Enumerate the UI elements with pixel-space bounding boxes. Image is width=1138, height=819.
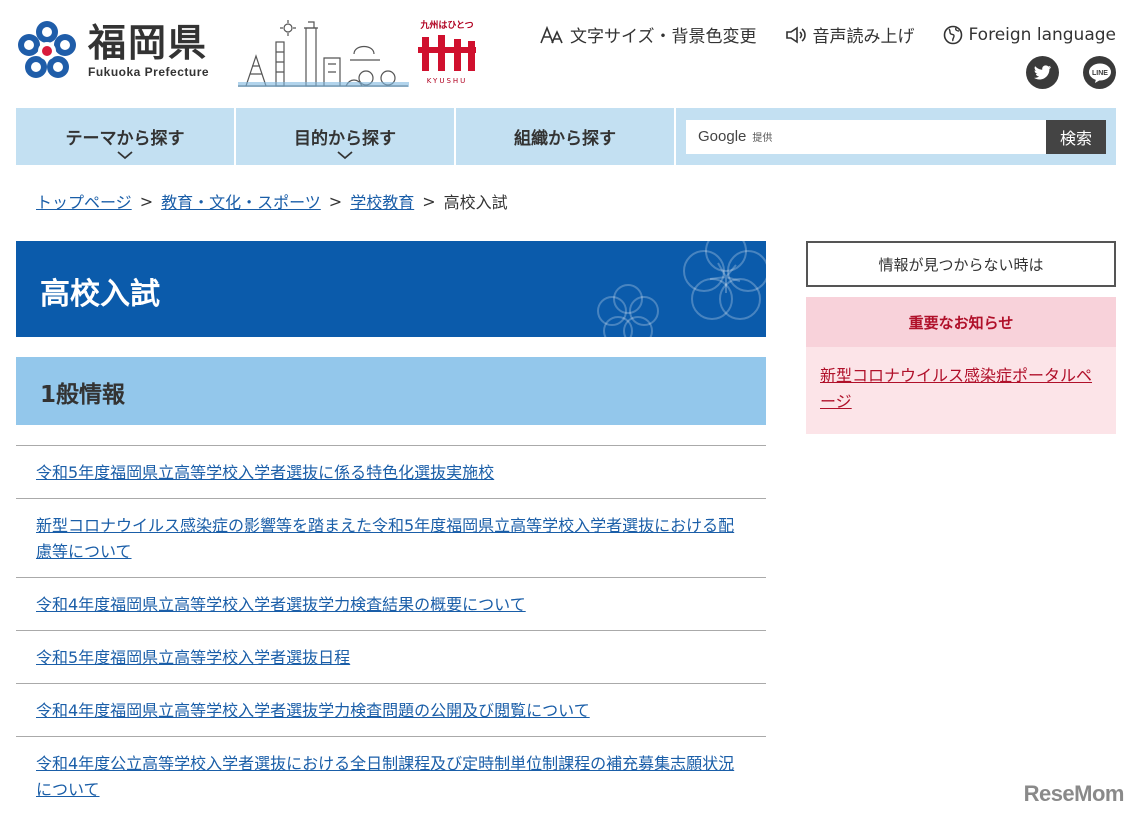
utility-links: 文字サイズ・背景色変更 音声読み上げ Foreign language (540, 22, 1116, 47)
plum-blossom-logo-icon (18, 21, 76, 78)
breadcrumb-education[interactable]: 教育・文化・スポーツ (161, 189, 321, 213)
kyushu-top-text: 九州はひとつ (420, 21, 474, 31)
chevron-down-icon (117, 151, 133, 160)
nav-purpose[interactable]: 目的から探す (236, 108, 456, 165)
logo-english-text: Fukuoka Prefecture (88, 65, 210, 79)
info-link[interactable]: 令和4年度福岡県立高等学校入学者選抜学力検査結果の概要について (36, 595, 526, 614)
twitter-bird-icon (1033, 65, 1051, 80)
social-links: LINE (1026, 56, 1116, 89)
logo-japanese-text: 福岡県 (88, 20, 209, 65)
not-found-button[interactable]: 情報が見つからない時は (806, 241, 1116, 287)
list-item: 令和4年度福岡県立高等学校入学者選抜学力検査結果の概要について (16, 577, 766, 630)
city-illustration-icon (238, 20, 409, 87)
read-aloud-label: 音声読み上げ (812, 27, 915, 47)
line-chat-icon: LINE (1088, 63, 1111, 83)
info-link[interactable]: 新型コロナウイルス感染症の影響等を踏まえた令和5年度福岡県立高等学校入学者選抜に… (36, 516, 734, 561)
breadcrumb-school-education[interactable]: 学校教育 (350, 189, 414, 213)
kyushu-bottom-text: KYUSHU (426, 77, 468, 85)
important-notice: 重要なお知らせ 新型コロナウイルス感染症ポータルページ (806, 297, 1116, 434)
chevron-down-icon (337, 151, 353, 160)
breadcrumb-top[interactable]: トップページ (36, 189, 132, 213)
info-link[interactable]: 令和4年度公立高等学校入学者選抜における全日制課程及び定時制単位制課程の補充募集… (36, 754, 734, 799)
site-search: Google 提供 検索 (676, 108, 1116, 165)
search-input[interactable]: Google 提供 (686, 119, 1046, 154)
kyushu-mark-icon (418, 35, 476, 71)
kyushu-logo[interactable]: 九州はひとつ KYUSHU (416, 18, 478, 88)
twitter-button[interactable] (1026, 56, 1059, 89)
plum-decoration-icon (597, 241, 766, 337)
nav-theme[interactable]: テーマから探す (16, 108, 236, 165)
page-title: 高校入試 (40, 277, 160, 312)
notice-title: 重要なお知らせ (806, 297, 1116, 347)
line-button[interactable]: LINE (1083, 56, 1116, 89)
text-size-label: 文字サイズ・背景色変更 (570, 27, 757, 47)
read-aloud-link[interactable]: 音声読み上げ (785, 22, 915, 47)
site-logo[interactable]: 福岡県 Fukuoka Prefecture (16, 20, 209, 82)
section-heading: 1般情報 (40, 382, 126, 408)
search-button[interactable]: 検索 (1046, 119, 1106, 154)
foreign-language-label: Foreign language (968, 24, 1117, 45)
breadcrumb-separator: > (328, 191, 343, 211)
speaker-icon (785, 26, 806, 43)
foreign-language-link[interactable]: Foreign language (943, 24, 1117, 45)
provided-label: 提供 (752, 133, 773, 144)
globe-icon (943, 25, 962, 44)
breadcrumb: トップページ > 教育・文化・スポーツ > 学校教育 > 高校入試 (36, 189, 508, 213)
list-item: 令和5年度福岡県立高等学校入学者選抜に係る特色化選抜実施校 (16, 445, 766, 498)
page-title-banner: 高校入試 (16, 241, 766, 337)
nav-theme-label: テーマから探す (65, 129, 185, 149)
global-nav: テーマから探す 目的から探す 組織から探す Google 提供 検索 (16, 108, 1116, 165)
nav-purpose-label: 目的から探す (294, 129, 396, 149)
section-heading-box: 1般情報 (16, 357, 766, 425)
list-item: 令和5年度福岡県立高等学校入学者選抜日程 (16, 630, 766, 683)
site-header: 福岡県 Fukuoka Prefecture 九州はひとつ KYUSHU 文字サ… (0, 0, 1138, 108)
breadcrumb-separator: > (139, 191, 154, 211)
breadcrumb-current: 高校入試 (443, 193, 508, 212)
text-size-link[interactable]: 文字サイズ・背景色変更 (540, 22, 757, 47)
info-link-list: 令和5年度福岡県立高等学校入学者選抜に係る特色化選抜実施校 新型コロナウイルス感… (16, 445, 766, 815)
line-label: LINE (1092, 70, 1108, 77)
list-item: 令和4年度公立高等学校入学者選抜における全日制課程及び定時制単位制課程の補充募集… (16, 736, 766, 815)
google-label: Google (698, 128, 747, 145)
watermark: ReseMom (1023, 781, 1125, 806)
info-link[interactable]: 令和5年度福岡県立高等学校入学者選抜日程 (36, 648, 350, 667)
nav-organization[interactable]: 組織から探す (456, 108, 676, 165)
nav-organization-label: 組織から探す (514, 129, 616, 149)
list-item: 新型コロナウイルス感染症の影響等を踏まえた令和5年度福岡県立高等学校入学者選抜に… (16, 498, 766, 577)
text-size-icon (540, 25, 563, 43)
info-link[interactable]: 令和4年度福岡県立高等学校入学者選抜学力検査問題の公開及び閲覧について (36, 701, 590, 720)
info-link[interactable]: 令和5年度福岡県立高等学校入学者選抜に係る特色化選抜実施校 (36, 463, 494, 482)
breadcrumb-separator: > (422, 191, 436, 211)
list-item: 令和4年度福岡県立高等学校入学者選抜学力検査問題の公開及び閲覧について (16, 683, 766, 736)
covid-portal-link[interactable]: 新型コロナウイルス感染症ポータルページ (820, 366, 1092, 411)
